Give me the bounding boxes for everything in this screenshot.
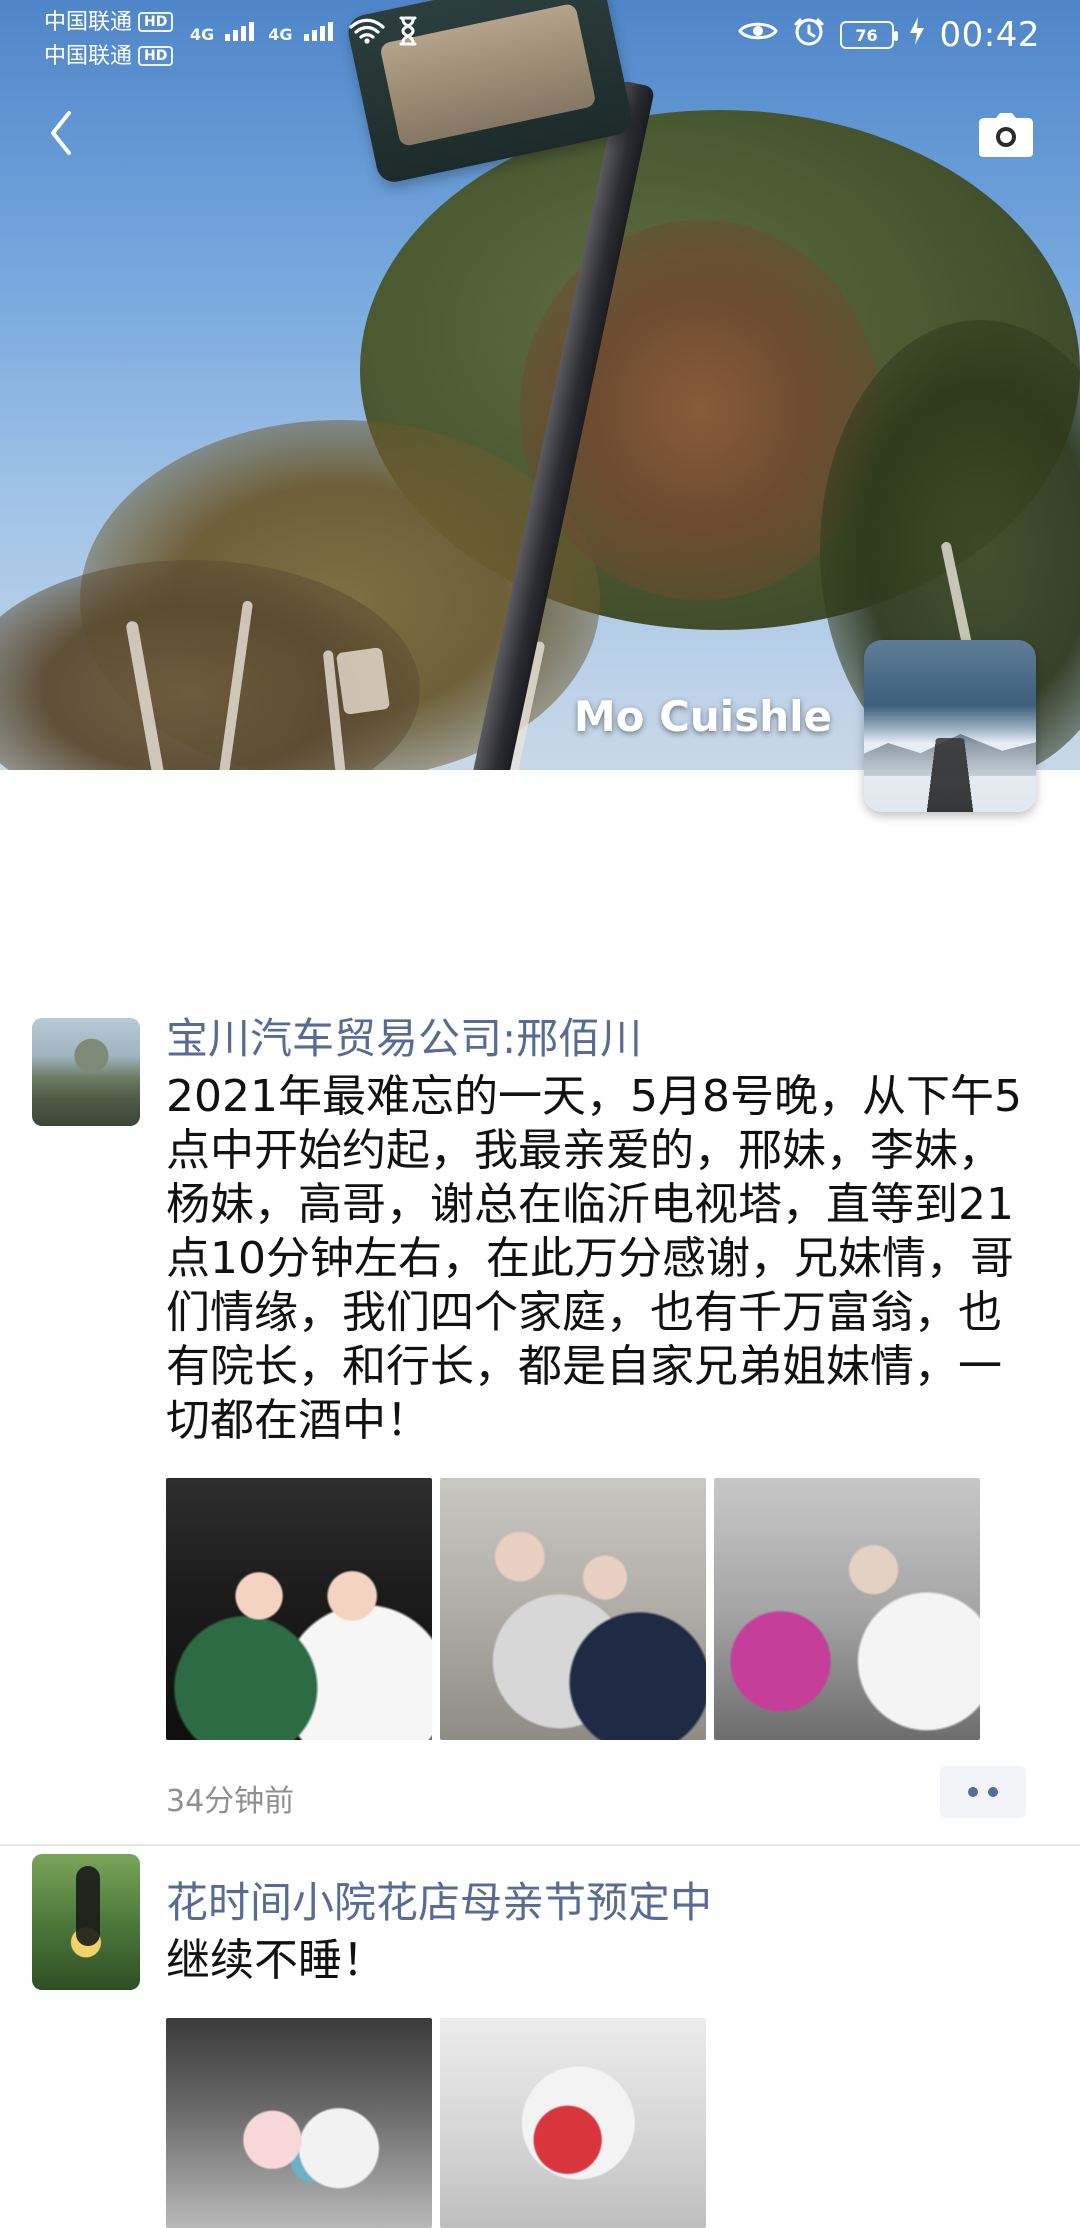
post-content: 宝川汽车贸易公司:邢佰川 2021年最难忘的一天，5月8号晚，从下午5点中开始约…	[166, 1010, 1026, 1822]
hd-badge: HD	[138, 12, 174, 32]
network-type: 4G	[190, 24, 215, 44]
avatar-figure	[76, 1866, 100, 1946]
user-avatar[interactable]	[32, 1854, 140, 1990]
network-type: 4G	[268, 24, 293, 44]
profile-avatar[interactable]	[864, 640, 1036, 812]
post-photo[interactable]	[166, 1478, 432, 1740]
battery-indicator: 76	[839, 21, 898, 49]
clock: 00:42	[939, 15, 1040, 55]
camera-button[interactable]	[966, 102, 1046, 172]
alarm-icon	[792, 14, 826, 56]
wifi-icon	[347, 17, 387, 51]
hanging-sign	[335, 647, 391, 715]
post-photo[interactable]	[440, 1478, 706, 1740]
photo-grid	[166, 2018, 1026, 2228]
more-dots-icon	[968, 1787, 998, 1797]
signal-icon	[303, 20, 337, 48]
post-author-name[interactable]: 花时间小院花店母亲节预定中	[166, 1874, 1026, 1932]
post-content: 花时间小院花店母亲节预定中 继续不睡！	[166, 1874, 1026, 2228]
chevron-left-icon	[45, 109, 77, 161]
post-photo[interactable]	[440, 2018, 706, 2228]
dot	[988, 1787, 998, 1797]
carrier-name: 中国联通	[44, 44, 133, 69]
post-photo[interactable]	[714, 1478, 980, 1740]
battery-level: 76	[855, 25, 878, 45]
post-text: 继续不睡！	[166, 1935, 386, 1986]
moments-feed: 宝川汽车贸易公司:邢佰川 2021年最难忘的一天，5月8号晚，从下午5点中开始约…	[0, 1010, 1080, 2228]
post-author-name[interactable]: 宝川汽车贸易公司:邢佰川	[166, 1010, 1026, 1068]
signal-icon	[224, 20, 258, 48]
post-text: 2021年最难忘的一天，5月8号晚，从下午5点中开始约起，我最亲爱的，邢妹，李妹…	[166, 1071, 1022, 1446]
post-timestamp: 34分钟前	[166, 1784, 295, 1819]
charging-icon	[908, 16, 926, 54]
status-icons-right: 76 00:42	[737, 14, 1040, 56]
status-icons-left: 4G 4G	[190, 16, 419, 52]
profile-name[interactable]: Mo Cuishle	[574, 692, 832, 741]
post-meta: 34分钟前	[166, 1766, 1026, 1822]
back-button[interactable]	[26, 100, 96, 170]
hourglass-icon	[397, 16, 419, 52]
dot	[968, 1787, 978, 1797]
photo-grid	[166, 1478, 1026, 1740]
moment-post: 花时间小院花店母亲节预定中 继续不睡！	[0, 1846, 1080, 2228]
moment-post: 宝川汽车贸易公司:邢佰川 2021年最难忘的一天，5月8号晚，从下午5点中开始约…	[0, 1010, 1080, 1846]
carrier-name: 中国联通	[44, 10, 133, 35]
post-actions-button[interactable]	[940, 1766, 1026, 1818]
status-bar: 中国联通 HD 中国联通 HD 4G 4G 76 00:42	[0, 0, 1080, 76]
eye-icon	[737, 17, 778, 53]
carrier-info: 中国联通 HD 中国联通 HD	[44, 6, 174, 74]
hd-badge: HD	[138, 46, 174, 66]
user-avatar[interactable]	[32, 1018, 140, 1126]
camera-icon	[978, 112, 1034, 162]
post-photo[interactable]	[166, 2018, 432, 2228]
